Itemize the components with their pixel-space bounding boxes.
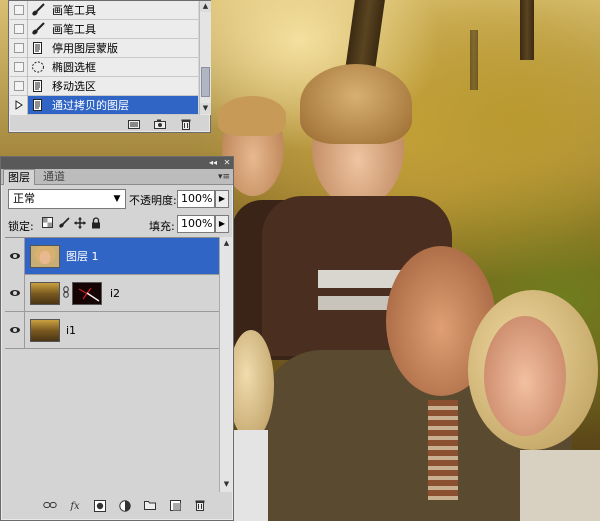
scroll-down-icon[interactable]: ▼: [221, 479, 232, 490]
lock-transparent-icon[interactable]: [41, 217, 54, 230]
delete-state-icon[interactable]: [180, 119, 192, 130]
lock-position-icon[interactable]: [73, 217, 86, 230]
history-item-label: 画笔工具: [52, 23, 96, 36]
layer-row-selected[interactable]: 图层 1: [5, 237, 219, 275]
history-snapshot-source[interactable]: [10, 0, 28, 20]
visibility-eye-icon[interactable]: [5, 311, 25, 349]
ellipse-marquee-icon: [28, 58, 48, 77]
history-item[interactable]: 椭圆选框: [10, 57, 198, 77]
brush-icon: [28, 20, 48, 39]
fill-slider-arrow-icon[interactable]: ▶: [215, 215, 229, 233]
chevron-down-icon: ▼: [113, 194, 121, 204]
layer-thumbnail: [30, 244, 60, 268]
history-item-label: 画笔工具: [52, 4, 96, 17]
layer-list: 图层 1 i2 i1: [5, 237, 219, 492]
scroll-down-icon[interactable]: ▼: [200, 103, 211, 114]
blend-mode-select[interactable]: 正常 ▼: [8, 189, 126, 209]
new-group-icon[interactable]: [143, 500, 157, 514]
lock-image-pixels-icon[interactable]: [57, 217, 70, 230]
document-icon: [28, 96, 48, 115]
history-snapshot-source[interactable]: [10, 19, 28, 39]
layer-thumbnail: [30, 281, 60, 305]
blend-opacity-row: 正常 ▼ 不透明度: 100% ▶: [5, 188, 231, 210]
delete-layer-icon[interactable]: [193, 500, 207, 514]
history-item[interactable]: 画笔工具: [10, 19, 198, 39]
history-item-label: 移动选区: [52, 80, 96, 93]
history-scroll-thumb[interactable]: [201, 67, 210, 97]
history-item[interactable]: 画笔工具: [10, 0, 198, 20]
history-snapshot-source[interactable]: [10, 76, 28, 96]
history-item[interactable]: 移动选区: [10, 76, 198, 96]
history-item-label: 停用图层蒙版: [52, 42, 118, 55]
blend-mode-value: 正常: [13, 192, 35, 205]
panel-titlebar[interactable]: ◂◂ ✕: [1, 157, 233, 169]
fill-input[interactable]: 100%: [177, 215, 215, 233]
brush-icon: [28, 1, 48, 20]
lock-fill-row: 锁定: 填充: 100% ▶: [5, 214, 231, 236]
layer-row[interactable]: i2: [5, 274, 219, 312]
close-icon[interactable]: ✕: [222, 158, 232, 168]
opacity-slider-arrow-icon[interactable]: ▶: [215, 190, 229, 208]
history-snapshot-source[interactable]: [10, 57, 28, 77]
history-list: 画笔工具 画笔工具 停用图层蒙版 椭圆选框 移动选区 通过拷贝的图层: [10, 0, 198, 115]
collapse-panel-icon[interactable]: ◂◂: [208, 158, 218, 168]
panel-menu-icon[interactable]: ▾≡: [218, 172, 230, 182]
history-snapshot-source[interactable]: [10, 38, 28, 58]
layers-scrollbar[interactable]: ▲ ▼: [219, 237, 232, 492]
link-chain-icon[interactable]: [63, 285, 69, 301]
layer-row[interactable]: i1: [5, 311, 219, 349]
history-state-marker[interactable]: [10, 95, 28, 115]
document-icon: [28, 77, 48, 96]
layers-panel: ◂◂ ✕ 图层 通道 ▾≡ 正常 ▼ 不透明度: 100% ▶ 锁定: 填充: …: [0, 156, 234, 521]
panel-tabs: 图层 通道 ▾≡: [1, 169, 233, 185]
fx-icon[interactable]: fx: [68, 500, 82, 514]
scroll-up-icon[interactable]: ▲: [200, 1, 211, 12]
history-footer: [9, 115, 210, 133]
layer-mask-thumbnail[interactable]: [72, 281, 102, 305]
visibility-eye-icon[interactable]: [5, 274, 25, 312]
document-icon: [28, 39, 48, 58]
opacity-input[interactable]: 100%: [177, 190, 215, 208]
adjustment-layer-icon[interactable]: [118, 500, 132, 514]
lock-label: 锁定:: [8, 220, 34, 233]
opacity-label: 不透明度:: [129, 194, 177, 207]
history-panel: 画笔工具 画笔工具 停用图层蒙版 椭圆选框 移动选区 通过拷贝的图层 ▲ ▼: [8, 0, 211, 133]
tab-layers[interactable]: 图层: [3, 169, 35, 185]
history-item-selected[interactable]: 通过拷贝的图层: [10, 95, 198, 115]
add-mask-icon[interactable]: [93, 500, 107, 514]
history-scrollbar[interactable]: ▲ ▼: [199, 1, 211, 115]
layer-name[interactable]: i1: [66, 324, 76, 337]
lock-all-icon[interactable]: [89, 217, 102, 230]
layer-name[interactable]: 图层 1: [66, 248, 99, 264]
history-item-label: 椭圆选框: [52, 61, 96, 74]
history-item-label: 通过拷贝的图层: [52, 99, 129, 112]
visibility-eye-icon[interactable]: [5, 237, 25, 275]
history-item[interactable]: 停用图层蒙版: [10, 38, 198, 58]
new-document-from-state-icon[interactable]: [128, 119, 140, 129]
new-layer-icon[interactable]: [168, 500, 182, 514]
layer-thumbnail: [30, 318, 60, 342]
scroll-up-icon[interactable]: ▲: [221, 238, 232, 249]
tab-channels[interactable]: 通道: [39, 169, 69, 185]
new-snapshot-icon[interactable]: [154, 119, 166, 129]
fill-label: 填充:: [149, 220, 175, 233]
link-layers-icon[interactable]: [43, 500, 57, 514]
layers-footer: fx: [1, 495, 233, 519]
layer-name[interactable]: i2: [110, 287, 120, 300]
